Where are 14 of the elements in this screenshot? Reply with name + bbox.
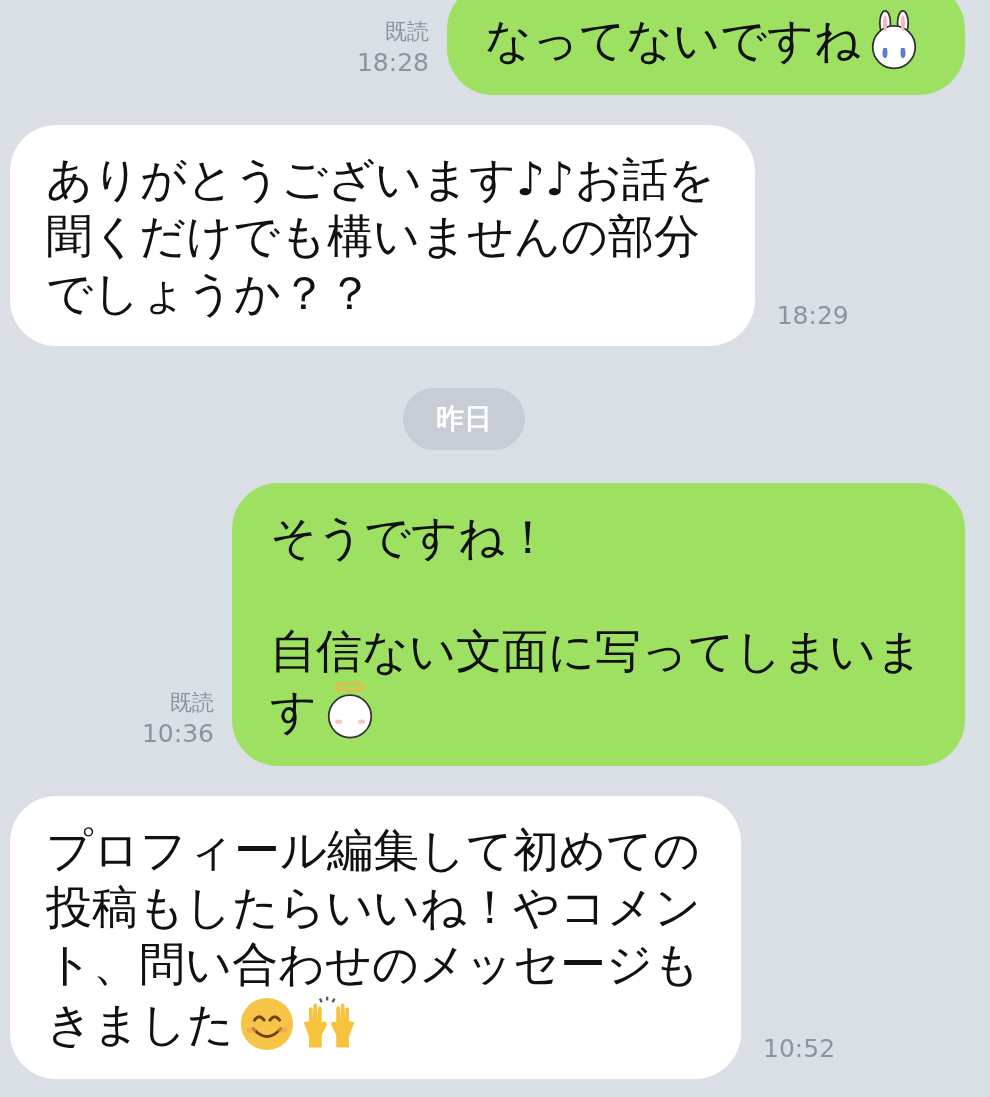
- message-time: 18:29: [776, 300, 849, 332]
- read-receipt: 既読: [385, 18, 429, 46]
- message-text: ありがとうございます♪♪お話を 聞くだけでも構いませんの部分 でしょうか？？: [46, 152, 715, 320]
- read-receipt: 既読: [170, 689, 214, 717]
- message-text: なってないですね: [485, 11, 861, 69]
- message-text: 自信ない文面に写ってしまいま: [270, 623, 923, 680]
- date-separator: 昨日: [402, 388, 525, 450]
- message-time: 10:36: [141, 718, 214, 750]
- message-text: そうですね！: [270, 510, 551, 564]
- message-text: きました: [46, 995, 234, 1053]
- message-text: プロフィール編集して初めての 投稿もしたらいいね！やコメン ト、問い合わせのメッセージも: [46, 822, 701, 993]
- message-time: 18:28: [356, 47, 429, 79]
- message-text: す: [270, 682, 317, 740]
- message-time: 10:52: [763, 1033, 836, 1065]
